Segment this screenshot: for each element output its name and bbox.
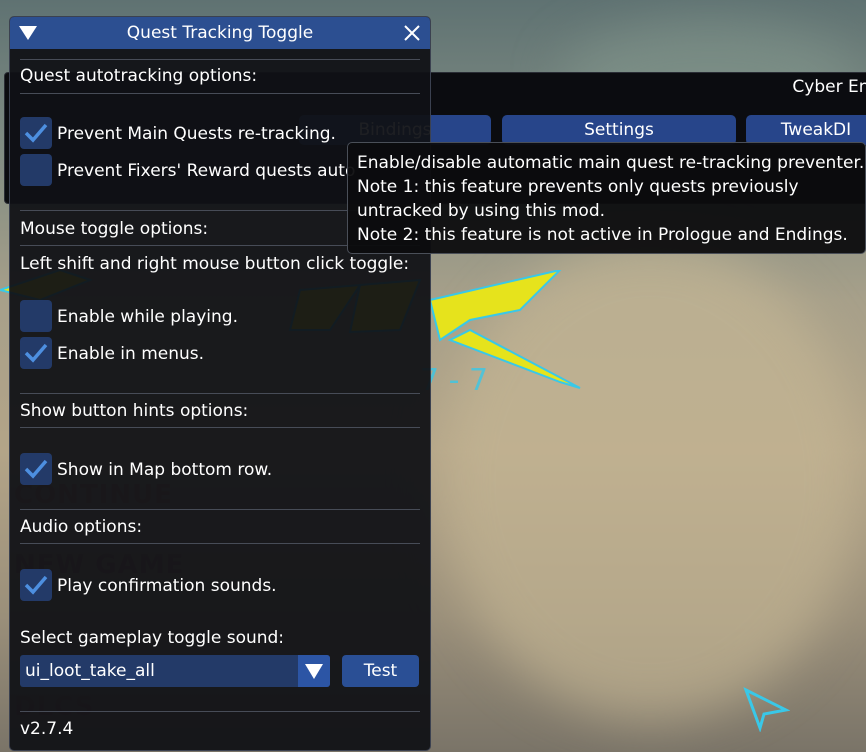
window-title: Quest Tracking Toggle	[126, 23, 314, 43]
close-icon[interactable]	[402, 23, 422, 43]
title-bar[interactable]: Quest Tracking Toggle	[10, 17, 430, 49]
checkbox-label: Prevent Fixers' Reward quests auto	[57, 161, 356, 181]
dropdown-arrow-icon[interactable]	[298, 655, 330, 687]
section-header-hints: Show button hints options:	[20, 401, 249, 421]
test-sound-button[interactable]: Test	[342, 655, 419, 687]
quest-tracking-window: Quest Tracking Toggle Quest autotracking…	[9, 16, 431, 751]
section-header-mouse: Mouse toggle options:	[20, 219, 209, 239]
separator	[20, 393, 420, 394]
version-label: v2.7.4	[20, 719, 74, 739]
separator	[20, 543, 420, 544]
separator	[20, 427, 420, 428]
mouse-cursor-icon	[743, 686, 790, 732]
checkbox-label: Prevent Main Quests re-tracking.	[57, 124, 336, 144]
section-header-autotracking: Quest autotracking options:	[20, 66, 258, 86]
mouse-toggle-subheader: Left shift and right mouse button click …	[20, 254, 410, 274]
tooltip-line: Enable/disable automatic main quest re-t…	[357, 153, 865, 173]
separator	[20, 59, 420, 60]
sound-select-label: Select gameplay toggle sound:	[20, 628, 285, 648]
checkbox-enable-in-menus[interactable]	[20, 337, 52, 369]
separator	[20, 509, 420, 510]
checkbox-label: Play confirmation sounds.	[57, 576, 277, 596]
separator	[20, 711, 420, 712]
check-icon	[24, 459, 48, 479]
checkbox-label: Enable while playing.	[57, 307, 238, 327]
checkbox-play-sounds[interactable]	[20, 569, 52, 601]
tooltip-line: untracked by using this mod.	[357, 201, 606, 221]
checkbox-show-in-map[interactable]	[20, 453, 52, 485]
tooltip-line: Note 2: this feature is not active in Pr…	[357, 225, 848, 245]
check-icon	[24, 575, 48, 595]
cet-title: Cyber Engi	[792, 77, 866, 97]
tab-settings[interactable]: Settings	[502, 115, 736, 145]
check-icon	[24, 123, 48, 143]
sound-select[interactable]: ui_loot_take_all	[20, 655, 330, 687]
checkbox-prevent-fixers-quests[interactable]	[20, 154, 52, 186]
checkbox-prevent-main-quests[interactable]	[20, 117, 52, 149]
tab-tweakdb[interactable]: TweakDI	[746, 115, 866, 145]
tooltip-line: Note 1: this feature prevents only quest…	[357, 177, 799, 197]
checkbox-enable-while-playing[interactable]	[20, 300, 52, 332]
separator	[20, 93, 420, 94]
sound-select-value: ui_loot_take_all	[25, 661, 155, 681]
tooltip: Enable/disable automatic main quest re-t…	[347, 142, 866, 254]
checkbox-label: Show in Map bottom row.	[57, 460, 273, 480]
section-header-audio: Audio options:	[20, 517, 143, 537]
check-icon	[24, 343, 48, 363]
checkbox-label: Enable in menus.	[57, 344, 205, 364]
